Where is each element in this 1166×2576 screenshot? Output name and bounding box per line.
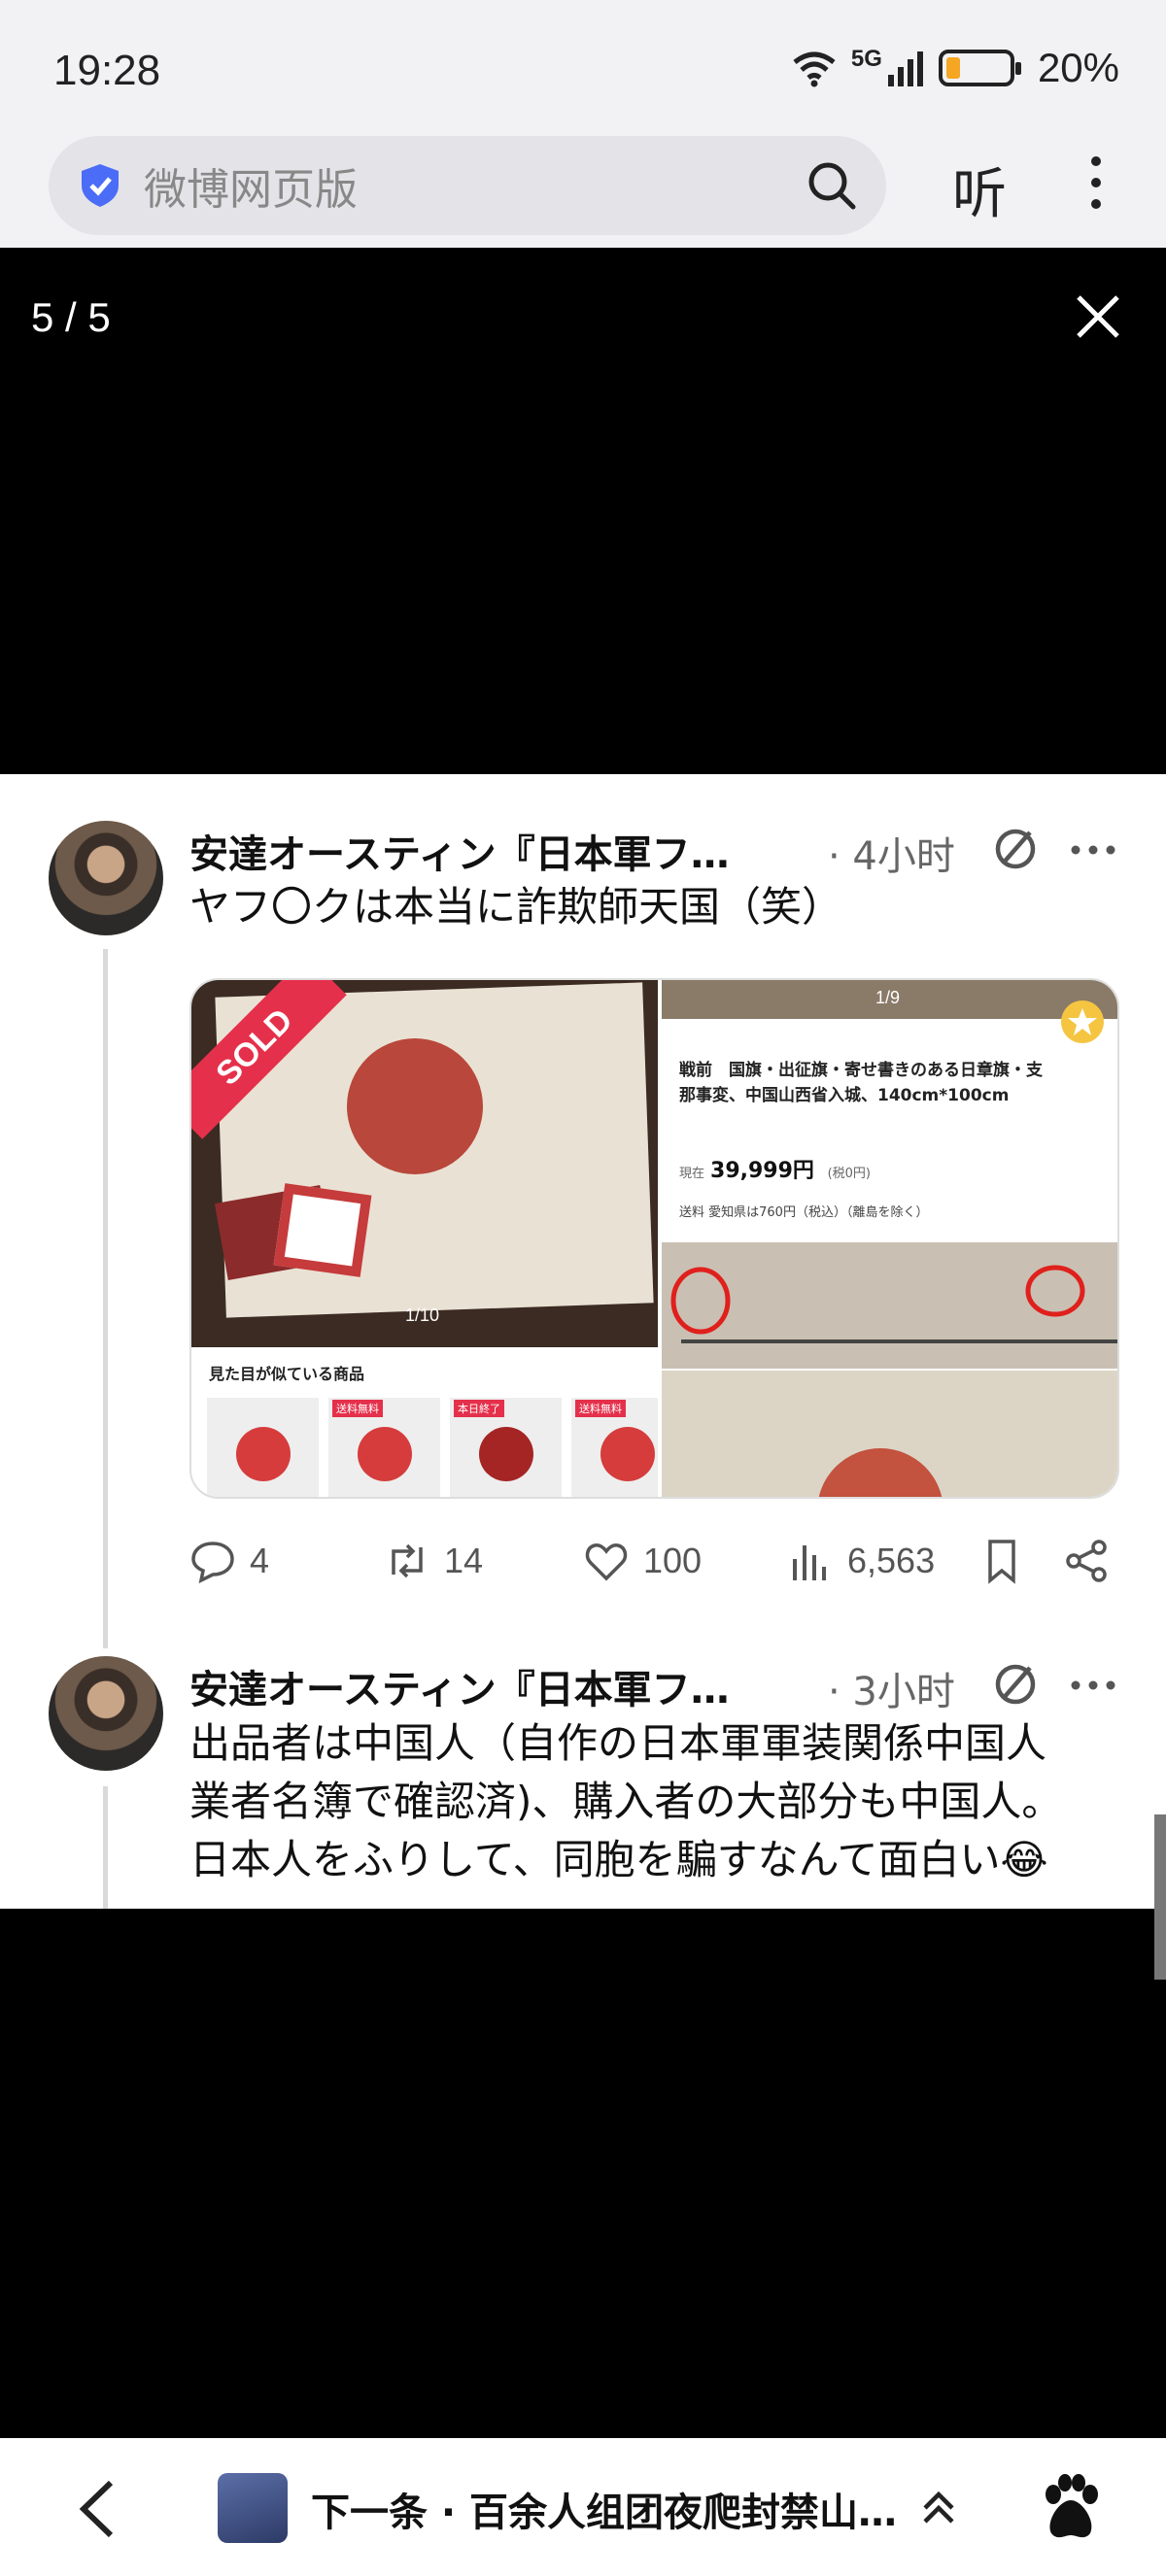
back-icon[interactable] [68, 2477, 126, 2541]
listen-button[interactable]: 听 [952, 151, 1007, 229]
author-name[interactable]: 安達オースティン『日本軍フ… [189, 823, 730, 879]
tweet-text: 出品者は中国人（自作の日本軍軍装関係中国人 業者名簿で確認済)、購入者の大部分も… [189, 1719, 1063, 1883]
retweet-button[interactable]: 14 [384, 1538, 483, 1584]
baidu-paw-icon[interactable] [1040, 2473, 1102, 2541]
network-label: 5G [850, 46, 882, 72]
author-name[interactable]: 安達オースティン『日本軍フ… [189, 1658, 730, 1714]
similar-thumb: 送料無料 [571, 1398, 658, 1497]
avatar[interactable] [49, 1656, 163, 1771]
reply-count: 4 [250, 1541, 270, 1580]
status-bar: 19:28 5G 20% [0, 0, 1166, 136]
tweet-media[interactable]: SOLD 1/10 見た目が似ている商品 送料無料 本日終了 送料無料 1/9 … [189, 978, 1119, 1499]
reply-button[interactable]: 4 [189, 1538, 269, 1584]
bookmark-icon[interactable] [978, 1538, 1025, 1584]
share-icon[interactable] [1064, 1538, 1111, 1584]
similar-thumb: 本日終了 [450, 1398, 562, 1497]
wifi-icon [793, 51, 836, 87]
thread-line [103, 1786, 108, 1909]
status-time: 19:28 [53, 47, 161, 94]
signal-icon [887, 51, 923, 86]
more-options-icon[interactable] [1069, 840, 1117, 860]
auction-screenshot-right: 1/9 戦前 国旗・出征旗・寄せ書きのある日章旗・支那事変、中国山西省入城、14… [658, 980, 1117, 1497]
tweet-screenshot[interactable]: 安達オースティン『日本軍フ… · 4小时 ヤフ〇クは本当に詐欺師天国（笑） SO… [0, 774, 1166, 1909]
chevron-up-icon[interactable] [919, 2489, 958, 2527]
views-button[interactable]: 6,563 [787, 1538, 935, 1584]
like-button[interactable]: 100 [583, 1538, 702, 1584]
status-icons: 5G 20% [791, 45, 1119, 91]
battery-icon [938, 50, 1021, 86]
retweet-icon [392, 1543, 423, 1578]
battery-percent: 20% [1037, 45, 1119, 90]
shield-icon [82, 164, 119, 207]
similar-thumb: 送料無料 [328, 1398, 440, 1497]
tweet-time: · 4小时 [828, 834, 955, 879]
image-counter: 5 / 5 [31, 294, 111, 340]
next-article-thumbnail[interactable] [218, 2473, 288, 2543]
retweet-count: 14 [444, 1541, 484, 1580]
listing-title: 戦前 国旗・出征旗・寄せ書きのある日章旗・支那事変、中国山西省入城、140cm*… [679, 1061, 1043, 1105]
search-icon[interactable] [806, 160, 857, 211]
views-count: 6,563 [847, 1541, 936, 1580]
listing-price: 現在 39,999円 (税0円) [679, 1159, 872, 1183]
reply-icon [191, 1542, 234, 1584]
flag-detail-photo [662, 1242, 1117, 1369]
flag-writing-photo [662, 1371, 1117, 1497]
tweet-time: · 3小时 [828, 1670, 955, 1714]
address-text[interactable]: 微博网页版 [144, 154, 806, 217]
similar-items-label: 見た目が似ている商品 [209, 1365, 365, 1383]
grok-icon[interactable] [991, 1660, 1040, 1709]
like-count: 100 [643, 1541, 703, 1580]
right-image-pager: 1/9 [875, 988, 901, 1007]
avatar[interactable] [49, 821, 163, 935]
flag-sun [347, 1038, 483, 1174]
heart-icon [585, 1543, 628, 1581]
star-badge-icon [1061, 1000, 1104, 1043]
views-icon [793, 1545, 826, 1580]
close-icon[interactable] [1071, 289, 1125, 344]
similar-thumb [207, 1398, 319, 1497]
address-bar[interactable]: 微博网页版 [49, 136, 886, 235]
flag-photo: SOLD 1/10 [191, 980, 658, 1347]
scrollbar[interactable] [1154, 1814, 1166, 1980]
next-article-link[interactable]: 下一条 · 百余人组团夜爬封禁山… [311, 2481, 897, 2537]
grok-icon[interactable] [991, 825, 1040, 873]
tweet-actions: 4 14 100 6,563 [189, 1538, 1122, 1596]
bottom-navigation: 下一条 · 百余人组团夜爬封禁山… [0, 2438, 1166, 2576]
auction-screenshot-left: SOLD 1/10 見た目が似ている商品 送料無料 本日終了 送料無料 [191, 980, 658, 1497]
more-options-icon[interactable] [1069, 1676, 1117, 1695]
more-menu-icon[interactable] [1086, 151, 1106, 219]
listing-shipping: 送料 愛知県は760円（税込）（離島を除く） [679, 1205, 929, 1220]
browser-toolbar: 微博网页版 听 [0, 121, 1166, 248]
left-image-pager: 1/10 [405, 1305, 440, 1325]
tweet-text: ヤフ〇クは本当に詐欺師天国（笑） [189, 883, 843, 931]
thread-line [103, 949, 108, 1648]
